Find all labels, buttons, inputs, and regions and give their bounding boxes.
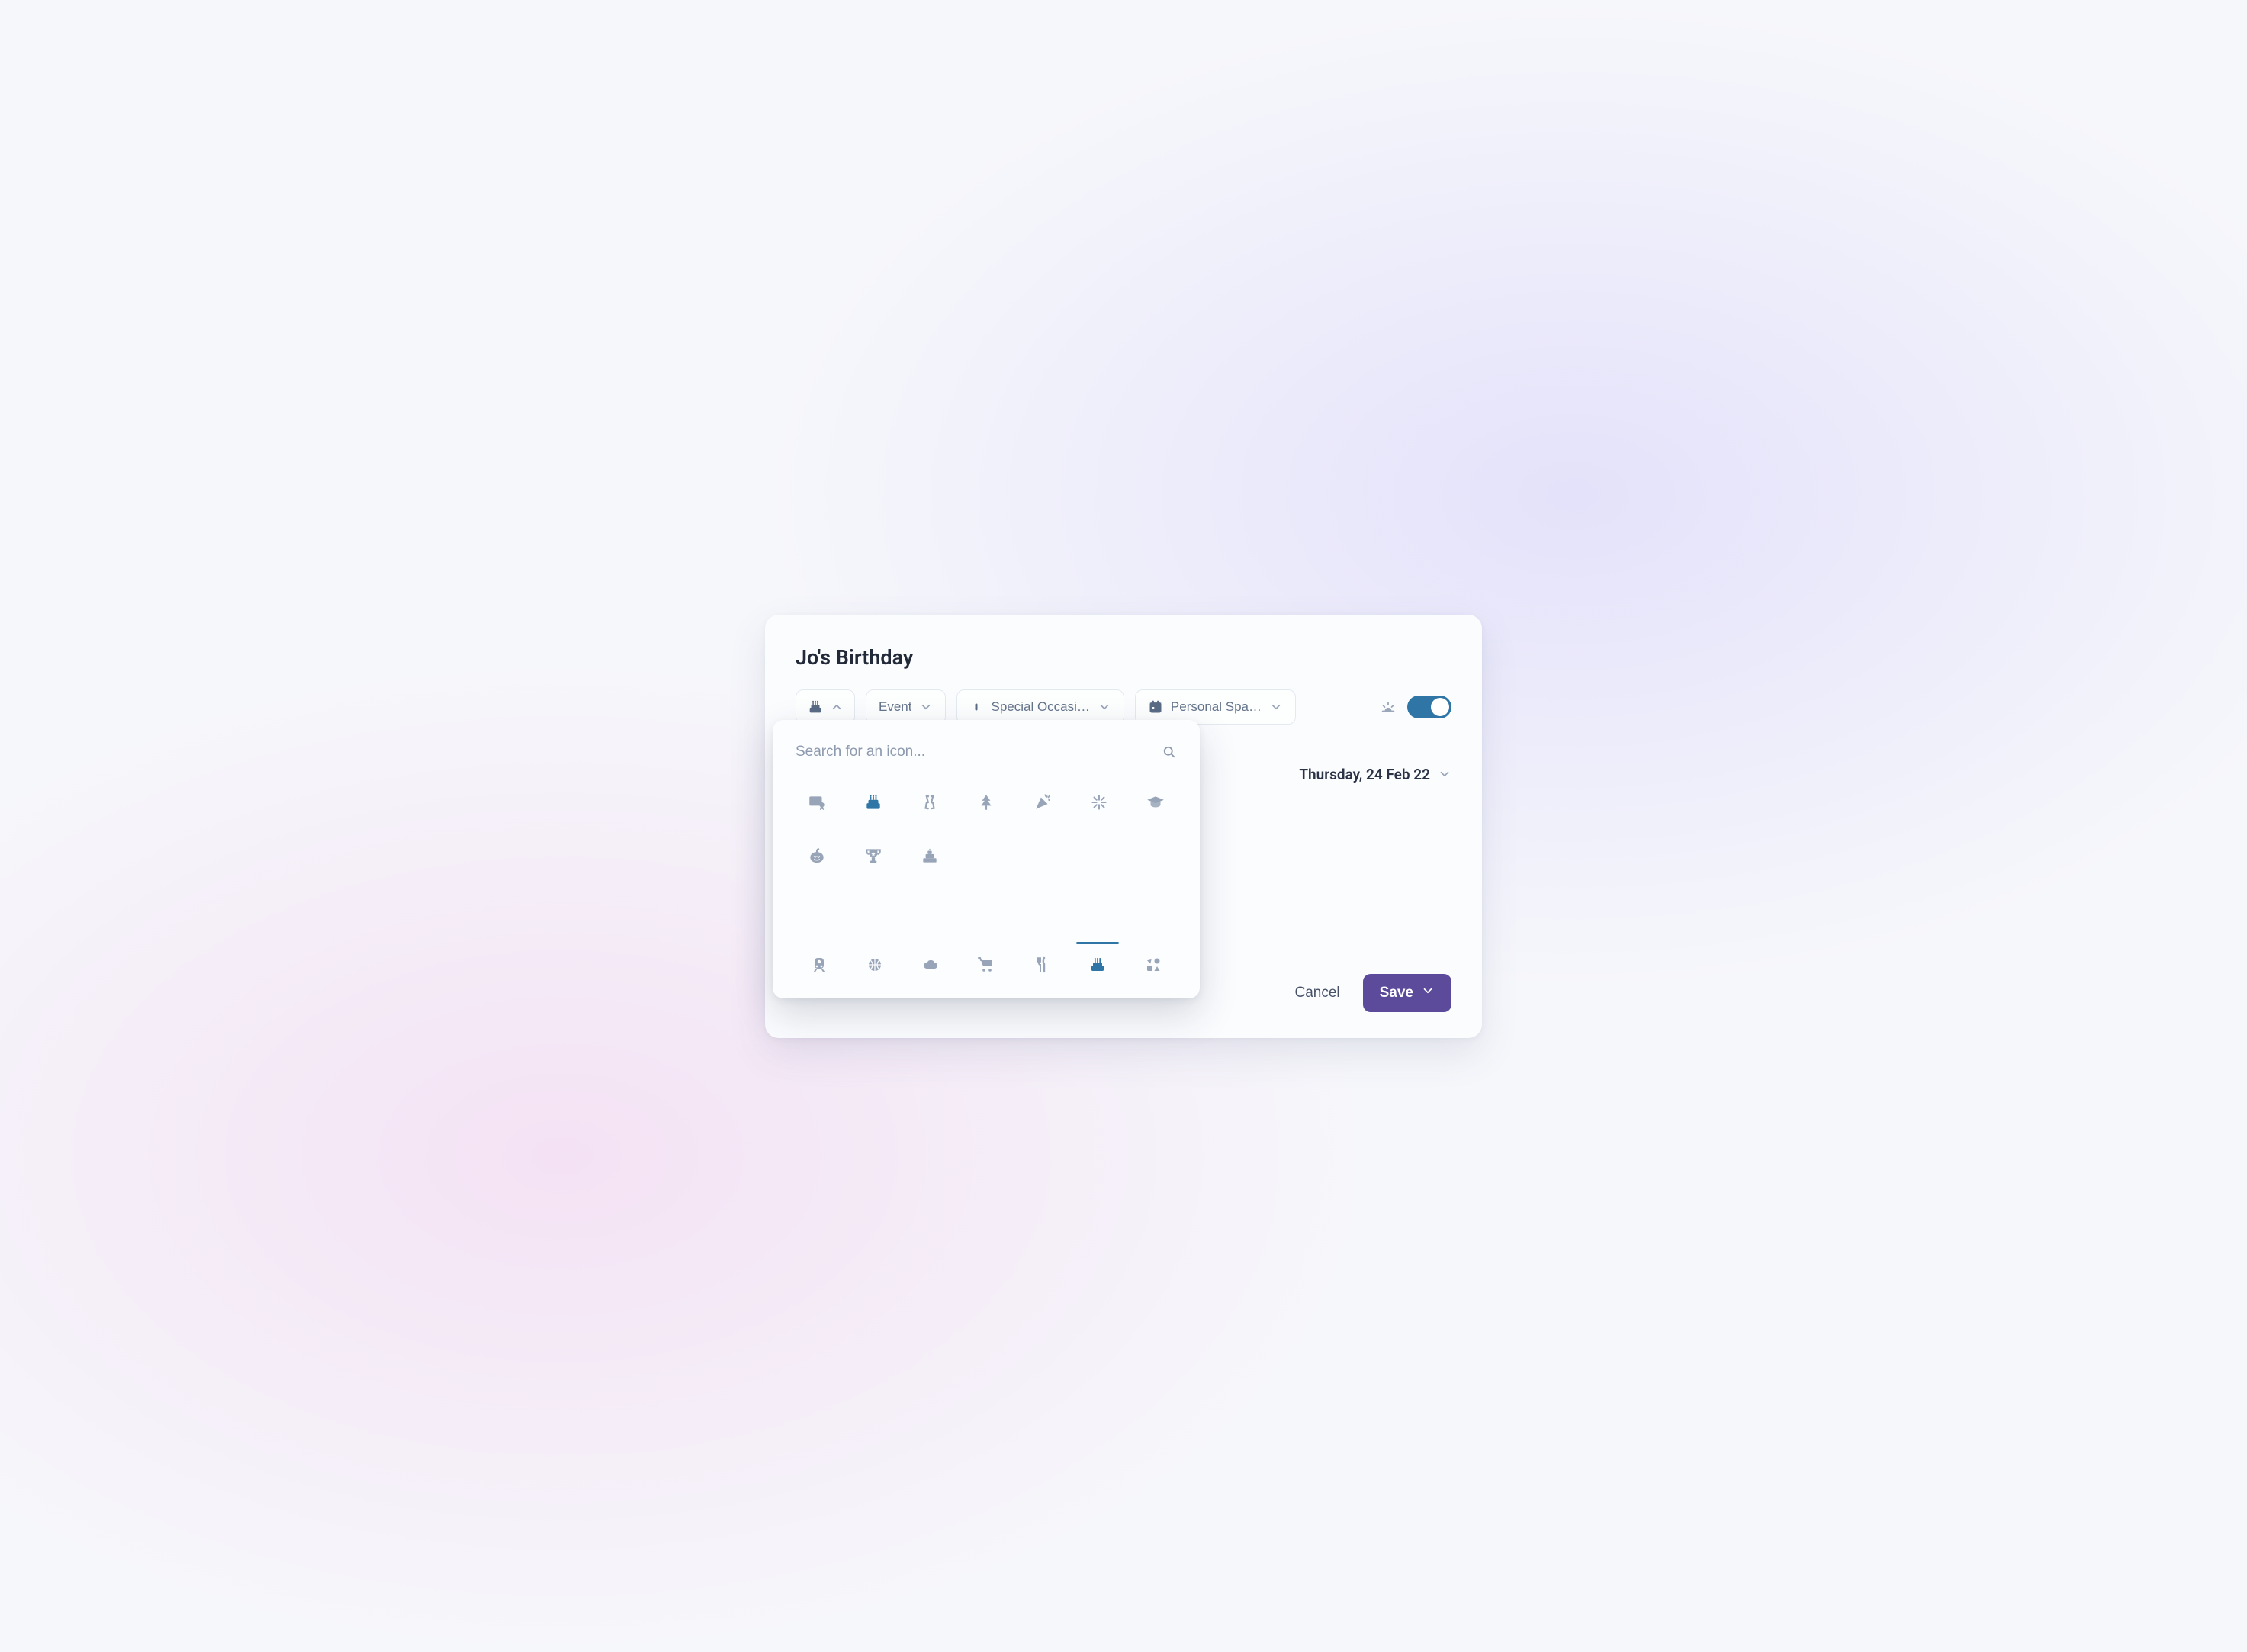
calendar-icon (1148, 699, 1163, 715)
party-popper-icon[interactable] (1017, 778, 1069, 827)
date-select[interactable]: Thursday, 24 Feb 22 (1299, 766, 1451, 783)
fireworks-icon[interactable] (1073, 778, 1125, 827)
event-type-label: Event (879, 699, 911, 715)
search-icon (1162, 744, 1177, 760)
birthday-cake-icon (807, 699, 824, 715)
space-select[interactable]: Personal Spa… (1135, 689, 1296, 725)
certificate-icon[interactable] (791, 778, 843, 827)
trophy-icon[interactable] (847, 831, 899, 880)
icon-chip-button[interactable] (796, 689, 855, 725)
icon-search-row (791, 735, 1181, 769)
birthday-cake-icon[interactable] (847, 778, 899, 827)
save-label: Save (1380, 985, 1413, 1001)
category-label: Special Occasi… (991, 699, 1089, 715)
christmas-tree-icon[interactable] (960, 778, 1012, 827)
space-label: Personal Spa… (1171, 699, 1262, 715)
cancel-button[interactable]: Cancel (1294, 985, 1339, 1001)
date-label: Thursday, 24 Feb 22 (1299, 766, 1430, 783)
chevron-down-icon (1438, 767, 1451, 781)
transport-tab[interactable] (791, 945, 847, 985)
event-type-select[interactable]: Event (866, 689, 946, 725)
event-title: Jo's Birthday (796, 645, 1451, 670)
graduation-cap-icon[interactable] (1130, 778, 1181, 827)
chevron-down-icon (919, 700, 933, 714)
wedding-cake-icon[interactable] (904, 831, 956, 880)
tag-icon (969, 700, 983, 714)
save-button[interactable]: Save (1363, 974, 1451, 1012)
all-day-toggle[interactable] (1407, 696, 1451, 718)
icon-category-tabs (791, 938, 1181, 998)
chevron-up-icon (830, 700, 844, 714)
champagne-glasses-icon[interactable] (904, 778, 956, 827)
food-tab[interactable] (1014, 945, 1070, 985)
event-toolbar: Event Special Occasi… Personal Spa… (796, 689, 1451, 725)
chevron-down-icon (1098, 700, 1111, 714)
sports-tab[interactable] (847, 945, 902, 985)
pumpkin-icon[interactable] (791, 831, 843, 880)
celebrate-tab[interactable] (1070, 945, 1126, 985)
shapes-tab[interactable] (1126, 945, 1181, 985)
icon-grid (791, 778, 1181, 930)
shopping-tab[interactable] (958, 945, 1014, 985)
event-editor-card: Jo's Birthday Event Special Occasi… Pers… (765, 615, 1482, 1038)
icon-search-input[interactable] (796, 744, 1154, 760)
chevron-down-icon (1269, 700, 1283, 714)
icon-picker-popover (773, 720, 1200, 998)
category-select[interactable]: Special Occasi… (956, 689, 1124, 725)
chevron-down-icon (1421, 984, 1435, 1002)
weather-tab[interactable] (902, 945, 958, 985)
sunrise-icon (1380, 699, 1397, 715)
